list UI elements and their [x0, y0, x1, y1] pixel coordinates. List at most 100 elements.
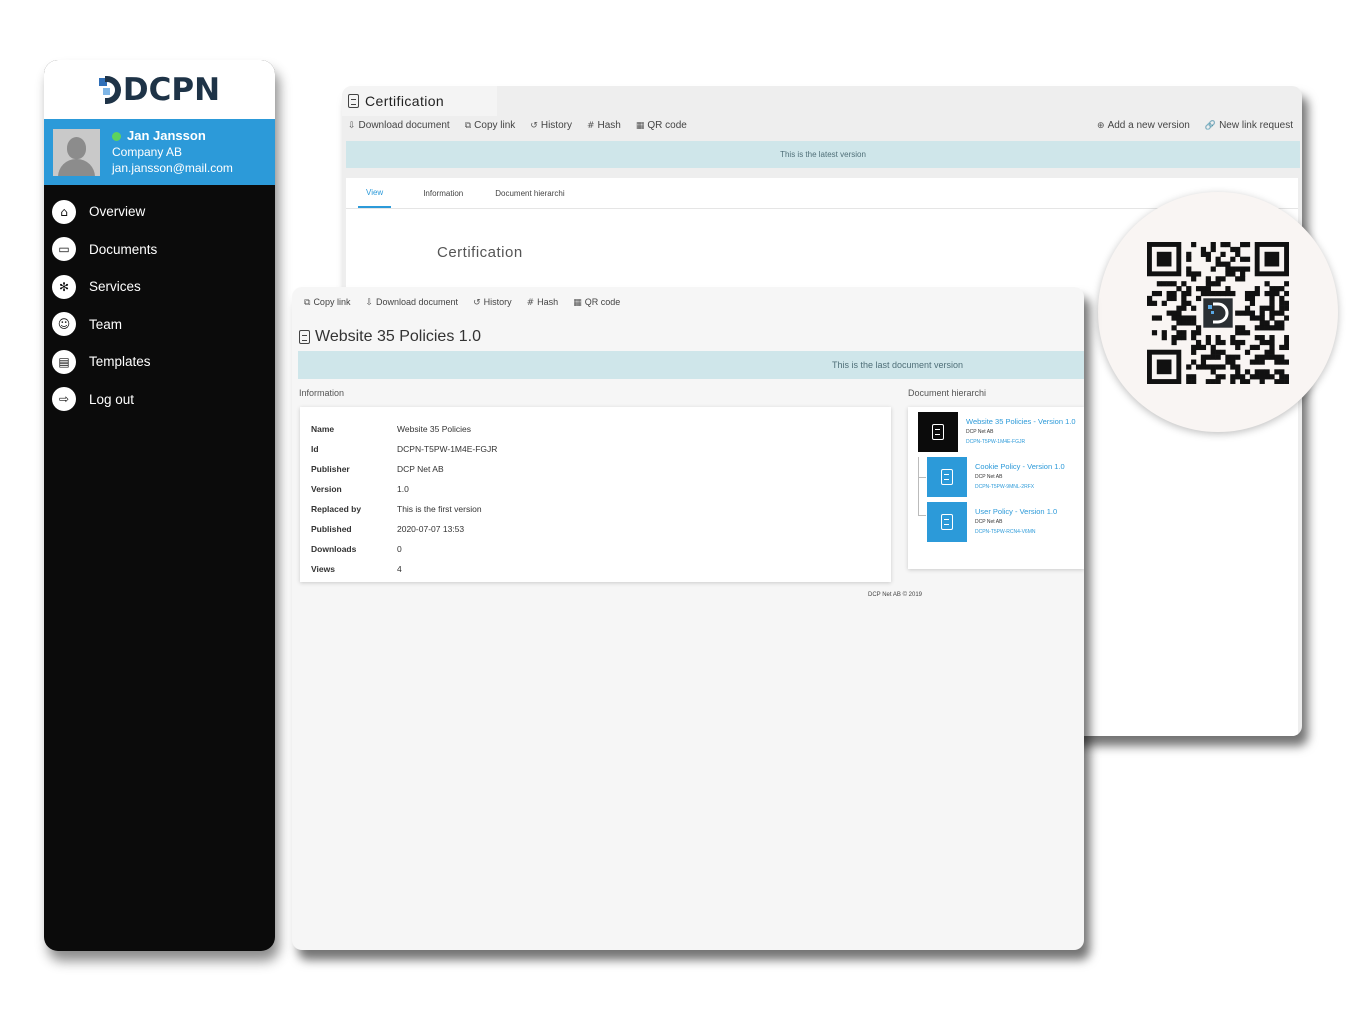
hierarchy-card: Website 35 Policies - Version 1.0 DCP Ne…	[908, 407, 1084, 569]
hierarchy-link[interactable]: Website 35 Policies - Version 1.0	[966, 417, 1076, 426]
tab-document-hierarchi[interactable]: Document hierarchi	[495, 178, 564, 208]
logo[interactable]: DCPN	[44, 60, 275, 119]
window-tab[interactable]: Certification	[342, 86, 497, 116]
user-card[interactable]: Jan Jansson Company AB jan.jansson@mail.…	[44, 119, 275, 185]
info-row: Views 4	[311, 564, 402, 574]
tab-title: Certification	[365, 93, 445, 109]
hierarchy-id: DCPN-T5PW-9MNL-2RFX	[975, 484, 1035, 490]
history-icon: ↺	[473, 298, 481, 308]
document-thumbnail	[927, 502, 967, 542]
plus-circle-icon: ⊕	[1097, 121, 1105, 131]
tree-line	[918, 477, 926, 478]
online-status-icon	[112, 131, 121, 141]
tree-line	[918, 515, 926, 516]
tree-line	[918, 457, 919, 515]
hierarchy-label: Document hierarchi	[908, 388, 987, 398]
tab-information[interactable]: Information	[423, 178, 463, 208]
hash-button[interactable]: # Hash	[587, 120, 621, 131]
toolbar: ⧉ Copy link ⇩ Download document ↺ History #…	[304, 297, 635, 308]
qr-code-button[interactable]: ▦ QR code	[636, 120, 687, 131]
team-icon: ☺	[52, 312, 76, 337]
nav-label: Log out	[89, 391, 135, 407]
hierarchy-item-child[interactable]: Cookie Policy - Version 1.0 DCP Net AB D…	[927, 457, 1065, 497]
external-link-icon: ⧉	[464, 121, 472, 131]
history-icon: ↺	[530, 121, 538, 131]
avatar	[53, 128, 100, 176]
copy-link-button[interactable]: ⧉ Copy link	[304, 297, 350, 308]
toolbar: ⇩ Download document ⧉ Copy link ↺ History #…	[348, 120, 702, 131]
hierarchy-link[interactable]: User Policy - Version 1.0	[975, 507, 1057, 516]
latest-version-banner: This is the latest version	[346, 141, 1300, 168]
sidebar: DCPN Jan Jansson Company AB jan.jansson@…	[44, 60, 275, 951]
toolbar-right: ⊕ Add a new version 🔗 New link request	[1082, 120, 1293, 131]
home-icon: ⌂	[52, 199, 76, 224]
qr-icon: ▦	[573, 298, 582, 308]
hierarchy-publisher: DCP Net AB	[966, 429, 994, 435]
qr-icon: ▦	[635, 121, 645, 131]
nav-item-services[interactable]: ✻ Services	[44, 268, 275, 306]
history-button[interactable]: ↺ History	[473, 297, 512, 308]
nav-label: Team	[89, 316, 123, 332]
download-icon: ⇩	[348, 121, 356, 131]
sidebar-nav: ⌂ Overview ▭ Documents ✻ Services ☺ Team…	[44, 193, 275, 418]
document-icon	[348, 94, 359, 108]
document-title-text: Website 35 Policies 1.0	[315, 328, 482, 345]
external-link-icon: ⧉	[304, 298, 311, 308]
qr-code-badge	[1098, 192, 1338, 432]
nav-item-logout[interactable]: ⇨ Log out	[44, 381, 275, 419]
user-company: Company AB	[112, 145, 183, 159]
footer-copyright: DCP Net AB © 2019	[868, 592, 923, 598]
template-icon: ▤	[52, 349, 76, 374]
link-icon: 🔗	[1204, 121, 1217, 131]
hierarchy-id: DCPN-T5PW-1M4E-FGJR	[966, 439, 1026, 445]
logo-text: DCPN	[122, 71, 221, 108]
nav-item-team[interactable]: ☺ Team	[44, 306, 275, 344]
user-name: Jan Jansson	[127, 128, 206, 143]
folder-icon: ▭	[52, 237, 76, 262]
info-row: Version 1.0	[311, 484, 409, 494]
logout-icon: ⇨	[52, 387, 76, 412]
info-row: Published 2020-07-07 13:53	[311, 524, 465, 534]
page-heading: Certification	[437, 244, 523, 261]
nav-item-overview[interactable]: ⌂ Overview	[44, 193, 275, 231]
info-row: Name Website 35 Policies	[311, 424, 472, 434]
user-email: jan.jansson@mail.com	[112, 161, 233, 175]
nav-label: Services	[89, 279, 141, 295]
hash-icon: #	[526, 298, 535, 308]
document-thumbnail	[927, 457, 967, 497]
qr-code-button[interactable]: ▦ QR code	[573, 297, 620, 308]
info-row: Replaced by This is the first version	[311, 504, 482, 514]
document-icon	[299, 330, 310, 344]
nav-label: Documents	[89, 241, 158, 257]
download-document-button[interactable]: ⇩ Download document	[365, 297, 458, 308]
hierarchy-publisher: DCP Net AB	[975, 474, 1003, 480]
nav-label: Templates	[89, 354, 151, 370]
download-document-button[interactable]: ⇩ Download document	[348, 120, 450, 131]
document-icon	[932, 424, 944, 440]
info-row: Downloads 0	[311, 544, 402, 554]
document-icon	[941, 469, 953, 485]
nav-item-templates[interactable]: ▤ Templates	[44, 343, 275, 381]
nav-item-documents[interactable]: ▭ Documents	[44, 231, 275, 269]
info-row: Id DCPN-T5PW-1M4E-FGJR	[311, 444, 498, 454]
information-table: Name Website 35 Policies Id DCPN-T5PW-1M4E…	[311, 419, 497, 579]
hierarchy-publisher: DCP Net AB	[975, 519, 1003, 525]
information-label: Information	[299, 388, 345, 398]
hierarchy-link[interactable]: Cookie Policy - Version 1.0	[975, 462, 1065, 471]
hash-icon: #	[586, 121, 595, 131]
network-icon: ✻	[52, 274, 76, 299]
hierarchy-id: DCPN-T5PW-RCN4-V6MN	[975, 529, 1036, 535]
history-button[interactable]: ↺ History	[530, 120, 572, 131]
hash-button[interactable]: # Hash	[527, 297, 559, 308]
hierarchy-item-root[interactable]: Website 35 Policies - Version 1.0 DCP Ne…	[918, 412, 1076, 452]
tab-view[interactable]: View	[358, 178, 392, 208]
tab-bar: View Information Document hierarchi	[358, 178, 597, 208]
document-icon	[941, 514, 953, 530]
download-icon: ⇩	[365, 298, 373, 308]
hierarchy-item-child[interactable]: User Policy - Version 1.0 DCP Net AB DCP…	[927, 502, 1057, 542]
nav-label: Overview	[89, 204, 146, 220]
add-new-version-button[interactable]: ⊕ Add a new version	[1097, 120, 1190, 131]
copy-link-button[interactable]: ⧉ Copy link	[465, 120, 516, 131]
new-link-request-button[interactable]: 🔗 New link request	[1205, 120, 1293, 131]
logo-mark-icon	[98, 75, 121, 104]
